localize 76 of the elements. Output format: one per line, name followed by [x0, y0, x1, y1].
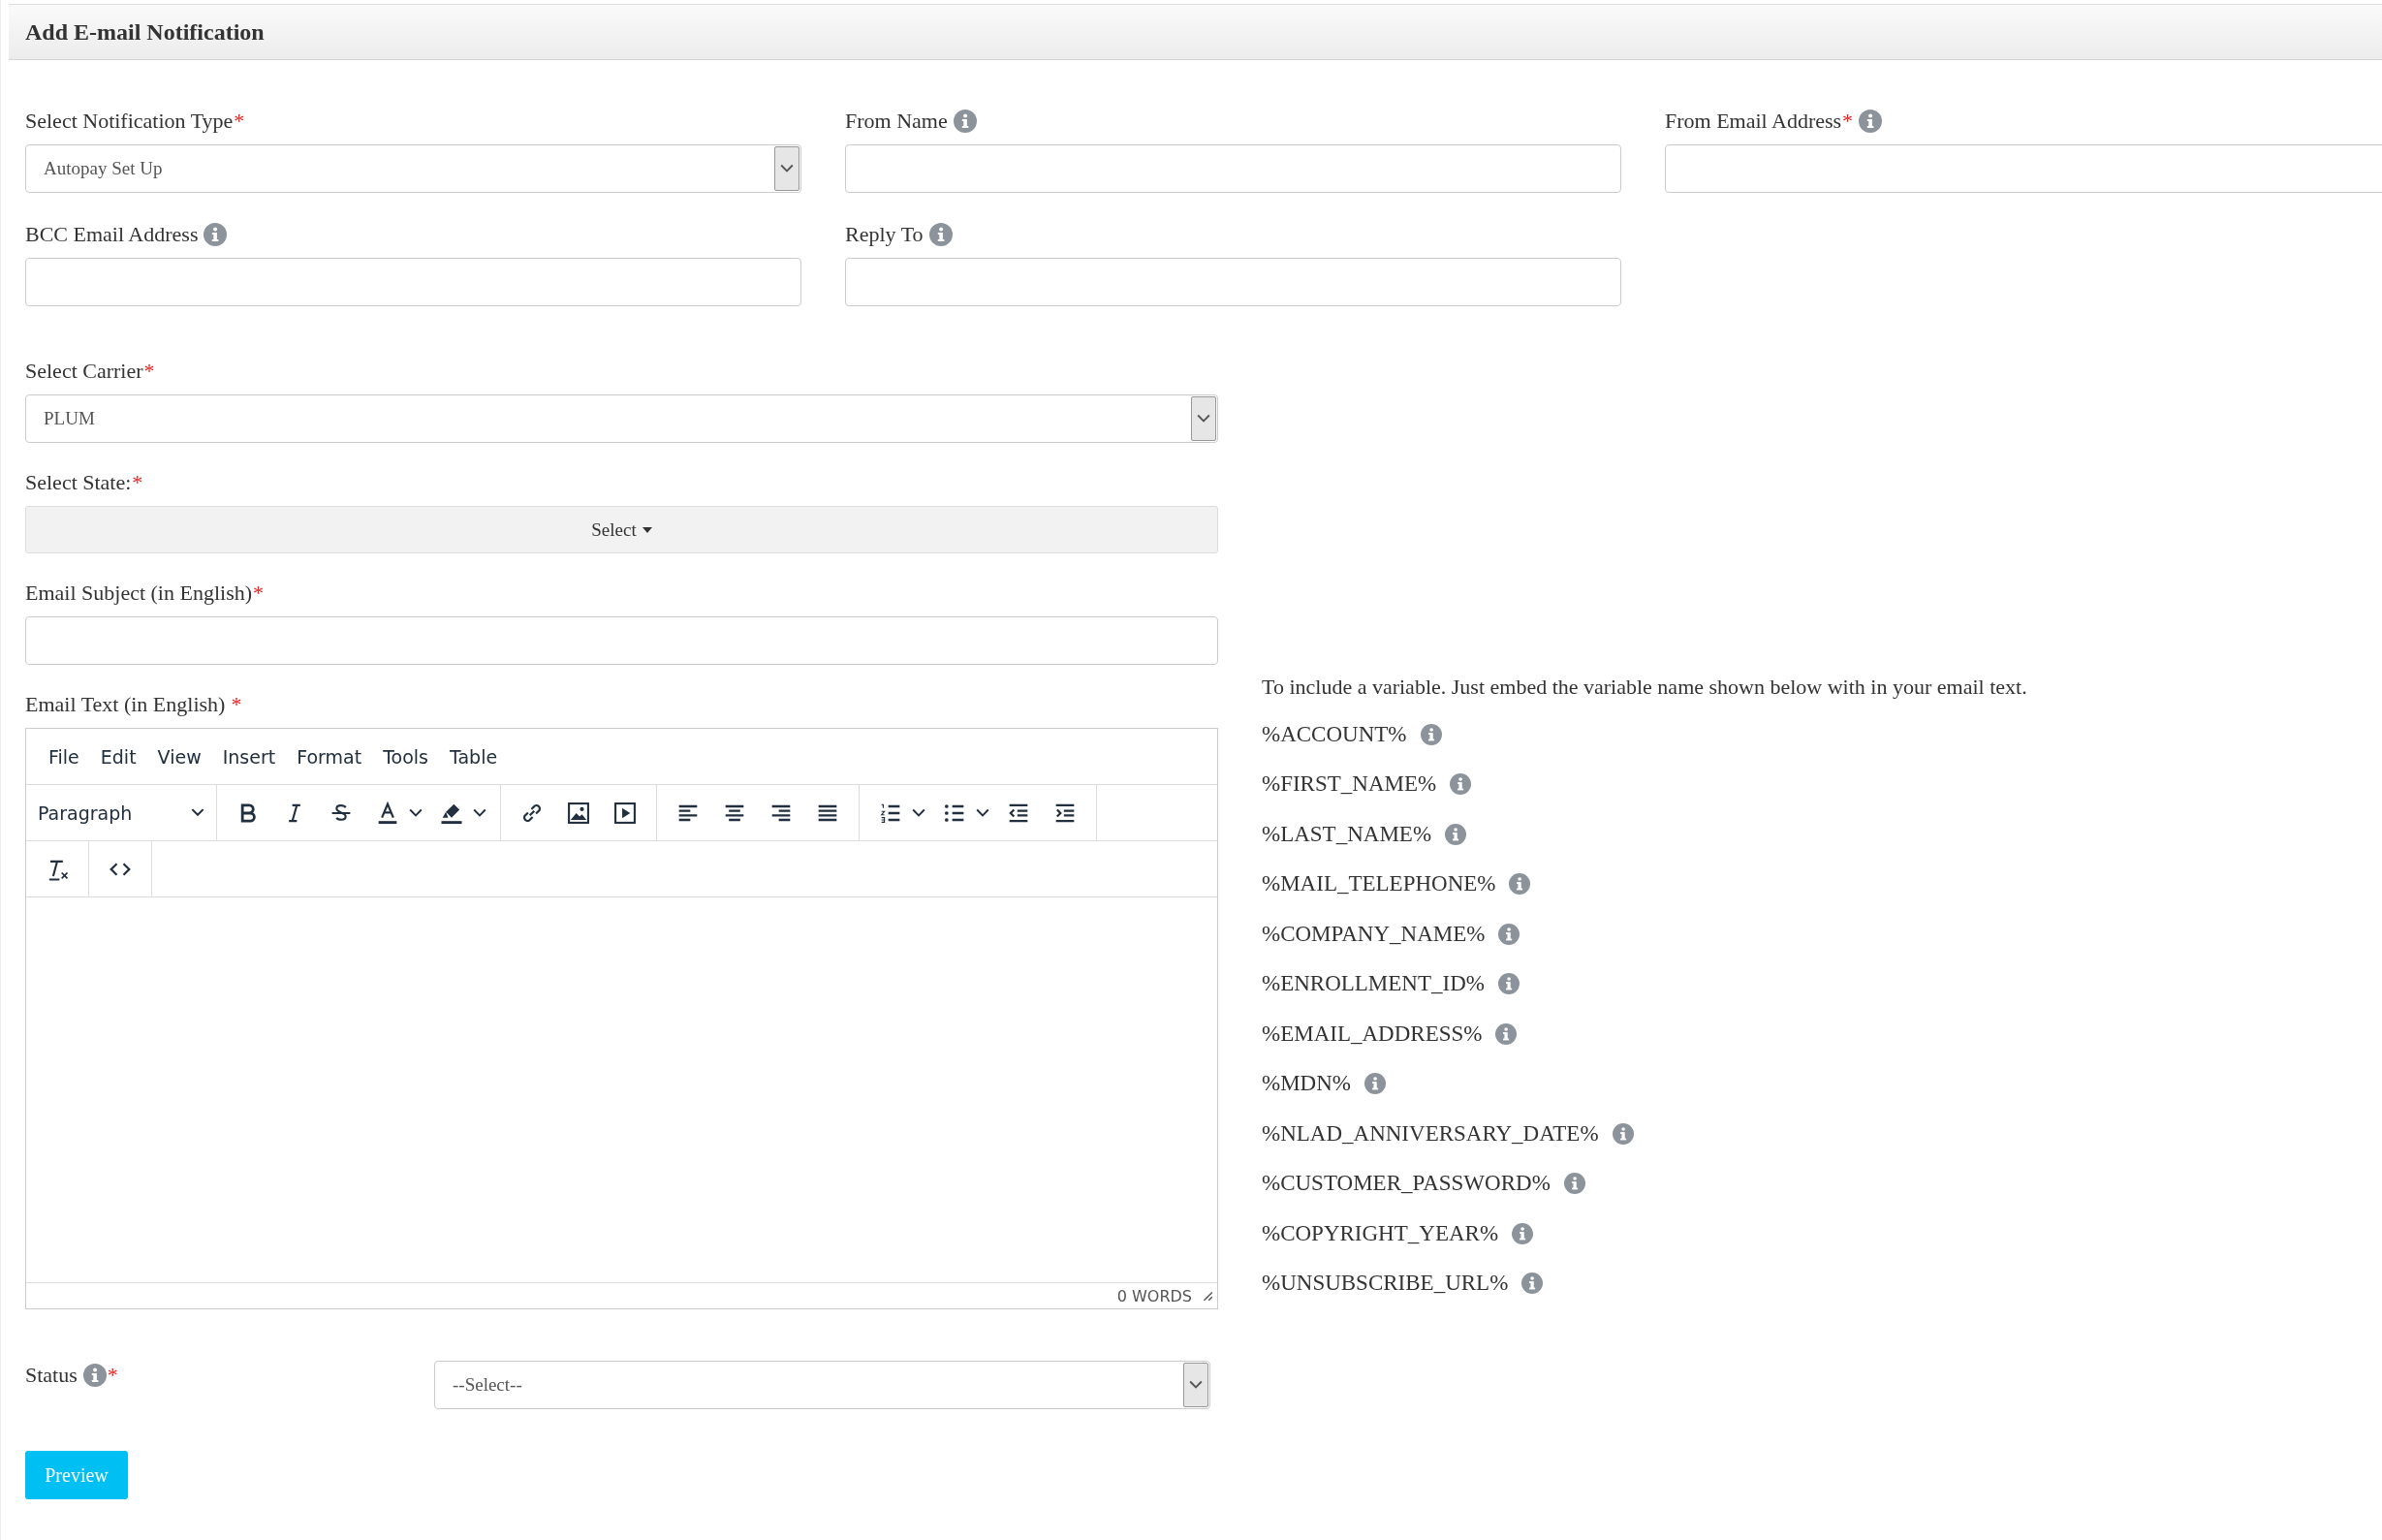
subject-field[interactable]	[25, 616, 1218, 665]
chevron-down-icon	[1189, 1380, 1203, 1390]
menu-item[interactable]: Insert	[211, 739, 287, 773]
variable-name: %COPYRIGHT_YEAR%	[1262, 1220, 1499, 1246]
page-title: Add E-mail Notification	[25, 18, 265, 46]
menu-item[interactable]: File	[38, 739, 90, 773]
carrier-select[interactable]: PLUM	[25, 394, 1218, 443]
field-label: Status	[25, 1363, 78, 1388]
info-icon[interactable]	[1445, 823, 1467, 845]
menu-item[interactable]: Table	[438, 739, 509, 773]
state-dropdown-button[interactable]: Select	[25, 506, 1218, 553]
caret-icon[interactable]	[473, 807, 486, 818]
text-field[interactable]	[1665, 144, 2382, 193]
caret-icon[interactable]	[976, 807, 989, 818]
info-icon[interactable]	[1521, 1273, 1544, 1295]
variable-name: %ENROLLMENT_ID%	[1262, 971, 1485, 997]
text-field[interactable]	[845, 258, 1621, 306]
required-mark: *	[132, 470, 143, 495]
info-icon[interactable]	[1420, 723, 1442, 745]
menu-item[interactable]: Edit	[89, 739, 147, 773]
field-label: Email Subject (in English)	[25, 581, 253, 606]
info-icon[interactable]	[1364, 1073, 1386, 1095]
required-mark: *	[253, 581, 265, 606]
info-icon[interactable]	[1509, 873, 1531, 896]
text-field[interactable]	[25, 258, 801, 306]
notification-type-select[interactable]: Autopay Set Up	[25, 144, 801, 193]
menu-item[interactable]: Tools	[372, 739, 439, 773]
resize-handle-icon[interactable]	[1202, 1290, 1213, 1302]
variables-intro-text: To include a variable. Just embed the variable name shown below with in your email text.	[1262, 674, 2028, 701]
info-icon[interactable]	[1497, 973, 1520, 995]
field-label: Email Text (in English)	[25, 692, 226, 717]
variable-name: %ACCOUNT%	[1262, 721, 1407, 747]
required-mark: *	[231, 692, 242, 717]
required-mark: *	[107, 1363, 118, 1388]
info-icon[interactable]	[204, 223, 228, 246]
variable-name: %NLAD_ANNIVERSARY_DATE%	[1262, 1120, 1599, 1147]
menu-item[interactable]: View	[146, 739, 212, 773]
chevron-down-icon	[191, 808, 204, 817]
field-label: Select Carrier	[25, 359, 143, 384]
variable-name: %EMAIL_ADDRESS%	[1262, 1021, 1483, 1047]
field-label: From Email Address	[1665, 109, 1842, 134]
variable-name: %MAIL_TELEPHONE%	[1262, 871, 1496, 897]
info-icon[interactable]	[1495, 1022, 1518, 1045]
variable-name: %CUSTOMER_PASSWORD%	[1262, 1171, 1551, 1197]
menu-item[interactable]: Format	[286, 739, 373, 773]
text-field[interactable]	[845, 144, 1621, 193]
required-mark: *	[234, 109, 245, 134]
field-label: Reply To	[845, 222, 924, 247]
chevron-down-icon	[1197, 414, 1210, 424]
field-label: BCC Email Address	[25, 222, 199, 247]
chevron-down-icon	[780, 164, 794, 173]
variable-name: %FIRST_NAME%	[1262, 771, 1437, 798]
variable-name: %COMPANY_NAME%	[1262, 921, 1486, 947]
info-icon[interactable]	[1859, 110, 1883, 133]
info-icon[interactable]	[1563, 1173, 1585, 1195]
field-label: From Name	[845, 109, 948, 134]
info-icon[interactable]	[1612, 1122, 1634, 1145]
variable-name: %UNSUBSCRIBE_URL%	[1262, 1271, 1509, 1297]
field-label: Select Notification Type	[25, 109, 234, 134]
info-icon[interactable]	[953, 110, 977, 133]
info-icon[interactable]	[1512, 1222, 1534, 1244]
variable-name: %MDN%	[1262, 1071, 1351, 1097]
block-format-select[interactable]: Paragraph	[38, 801, 204, 824]
caret-icon[interactable]	[409, 807, 423, 818]
caret-icon	[642, 526, 652, 533]
field-label: Select State:	[25, 470, 132, 495]
required-mark: *	[143, 359, 155, 384]
required-mark: *	[1842, 109, 1854, 134]
info-icon[interactable]	[928, 223, 953, 246]
info-icon[interactable]	[1450, 773, 1472, 796]
variable-name: %LAST_NAME%	[1262, 821, 1432, 847]
info-icon[interactable]	[1498, 923, 1520, 945]
caret-icon[interactable]	[912, 807, 925, 818]
info-icon[interactable]	[82, 1364, 107, 1387]
word-count: 0 WORDS	[1116, 1286, 1192, 1305]
status-select[interactable]: --Select--	[434, 1361, 1210, 1409]
